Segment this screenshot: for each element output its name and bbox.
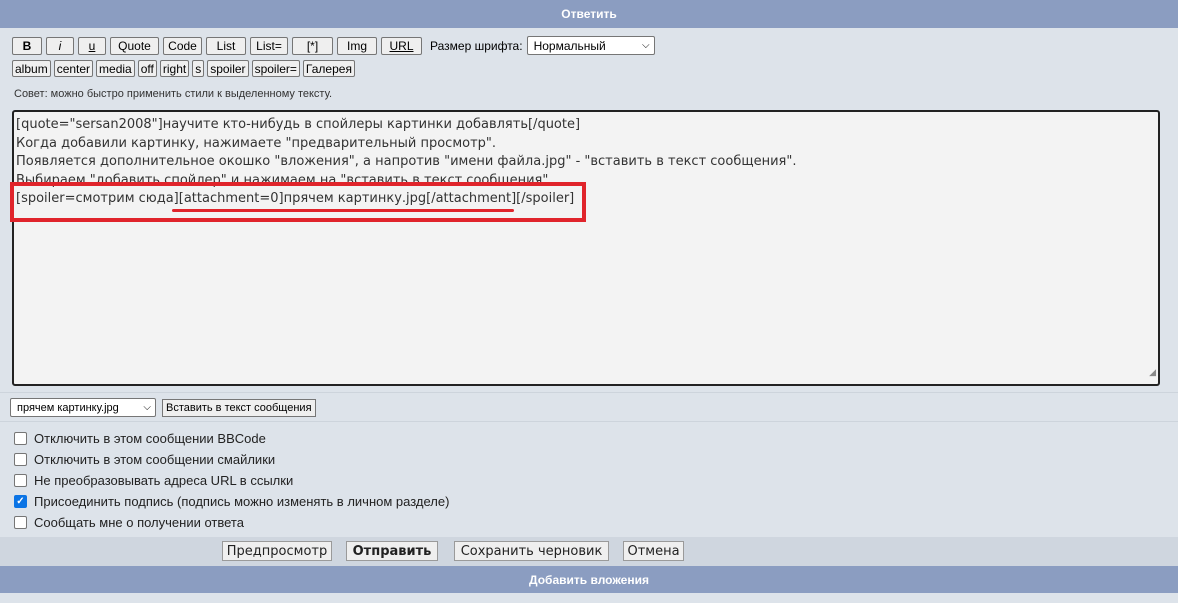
insert-into-message-button[interactable]: Вставить в текст сообщения: [162, 398, 316, 417]
center-button[interactable]: center: [53, 60, 94, 77]
spoiler-button[interactable]: spoiler: [207, 60, 249, 77]
option-label: Отключить в этом сообщении смайлики: [34, 452, 276, 467]
img-button[interactable]: Img: [337, 36, 377, 55]
post-options: Отключить в этом сообщении BBCode Отключ…: [14, 428, 449, 533]
option-label: Отключить в этом сообщении BBCode: [34, 431, 266, 446]
underline-button[interactable]: u: [78, 36, 106, 55]
bbcode-toolbar-row-2: album center media off right s spoiler s…: [12, 60, 358, 77]
font-size-value: Нормальный: [533, 38, 606, 53]
attachment-file-select[interactable]: прячем картинку.jpg ⌵: [10, 398, 156, 417]
quote-button[interactable]: Quote: [110, 36, 159, 55]
spoiler-highlight-box: [10, 182, 586, 222]
list-item-button[interactable]: [*]: [292, 36, 333, 55]
checkbox[interactable]: [14, 474, 27, 487]
checkbox[interactable]: [14, 516, 27, 529]
font-size-label: Размер шрифта:: [430, 38, 523, 53]
option-disable-bbcode[interactable]: Отключить в этом сообщении BBCode: [14, 428, 449, 449]
reply-header: Ответить: [0, 0, 1178, 28]
bbcode-toolbar-row-1: B i u Quote Code List List= [*] Img URL …: [12, 36, 655, 55]
add-attachments-title: Добавить вложения: [529, 572, 649, 587]
list-button[interactable]: List: [206, 36, 246, 55]
preview-button[interactable]: Предпросмотр: [222, 541, 332, 561]
option-label: Не преобразовывать адреса URL в ссылки: [34, 473, 294, 488]
attachment-row: прячем картинку.jpg ⌵ Вставить в текст с…: [10, 398, 316, 417]
option-label: Сообщать мне о получении ответа: [34, 515, 244, 530]
form-actions: Предпросмотр Отправить Сохранить чернови…: [0, 537, 1178, 566]
album-button[interactable]: album: [12, 60, 51, 77]
cancel-button[interactable]: Отмена: [623, 541, 684, 561]
checkmark-icon: ✓: [16, 496, 25, 507]
font-size-select[interactable]: Нормальный ⌵: [526, 36, 655, 55]
message-line: Появляется дополнительное окошко "вложен…: [16, 154, 797, 169]
message-line: Когда добавили картинку, нажимаете "пред…: [16, 135, 497, 151]
message-line: [quote="sersan2008"]научите кто-нибудь в…: [16, 117, 581, 132]
option-disable-smilies[interactable]: Отключить в этом сообщении смайлики: [14, 449, 449, 470]
message-textarea[interactable]: [quote="sersan2008"]научите кто-нибудь в…: [12, 110, 1160, 386]
media-button[interactable]: media: [96, 60, 135, 77]
option-attach-signature[interactable]: ✓ Присоединить подпись (подпись можно из…: [14, 491, 449, 512]
attachment-file-value: прячем картинку.jpg: [17, 401, 119, 414]
checkbox-checked[interactable]: ✓: [14, 495, 27, 508]
formatting-tip: Совет: можно быстро применить стили к вы…: [14, 88, 333, 100]
spoiler-titled-button[interactable]: spoiler=: [251, 60, 300, 77]
checkbox[interactable]: [14, 453, 27, 466]
gallery-button[interactable]: Галерея: [302, 60, 355, 77]
option-disable-url-parsing[interactable]: Не преобразовывать адреса URL в ссылки: [14, 470, 449, 491]
chevron-down-icon: ⌵: [641, 40, 650, 51]
option-label: Присоединить подпись (подпись можно изме…: [34, 494, 450, 509]
code-button[interactable]: Code: [163, 36, 202, 55]
resize-handle-icon[interactable]: ◢: [1149, 364, 1156, 383]
url-button[interactable]: URL: [381, 36, 422, 55]
option-notify-reply[interactable]: Сообщать мне о получении ответа: [14, 512, 449, 533]
strike-button[interactable]: s: [192, 60, 205, 77]
checkbox[interactable]: [14, 432, 27, 445]
submit-button[interactable]: Отправить: [346, 541, 438, 561]
divider: [0, 421, 1178, 422]
reply-header-title: Ответить: [561, 7, 617, 21]
add-attachments-header[interactable]: Добавить вложения: [0, 566, 1178, 593]
attachment-underline: [172, 209, 514, 212]
list-ordered-button[interactable]: List=: [250, 36, 288, 55]
bold-button[interactable]: B: [12, 36, 42, 55]
italic-button[interactable]: i: [46, 36, 74, 55]
divider: [0, 392, 1178, 393]
right-button[interactable]: right: [159, 60, 190, 77]
off-button[interactable]: off: [137, 60, 157, 77]
chevron-down-icon: ⌵: [143, 402, 151, 413]
save-draft-button[interactable]: Сохранить черновик: [454, 541, 609, 561]
